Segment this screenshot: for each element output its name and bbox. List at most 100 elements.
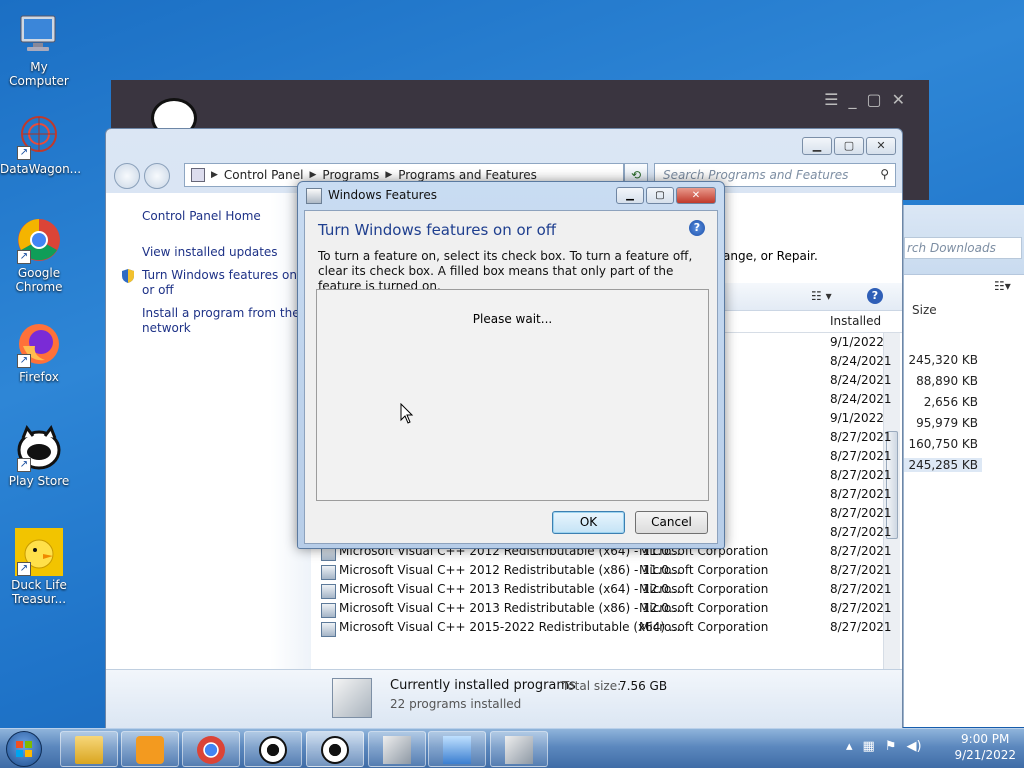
programs-count: 22 programs installed: [390, 697, 522, 711]
downloads-search-input[interactable]: rch Downloads: [904, 237, 1022, 259]
taskbar-programs[interactable]: [368, 731, 426, 767]
shortcut-arrow-icon: ↗: [17, 562, 31, 576]
program-publisher: Microsoft Corporation: [639, 620, 769, 634]
size-column-header[interactable]: Size: [912, 303, 937, 317]
chevron-up-icon[interactable]: ▴: [846, 739, 853, 754]
desktop-icon-duck-life[interactable]: ↗ Duck Life Treasur...: [0, 528, 78, 606]
help-icon[interactable]: ?: [689, 220, 705, 236]
desktop-icon-my-computer[interactable]: My Computer: [0, 10, 78, 88]
program-installed-date: 8/27/2021: [830, 449, 892, 463]
program-name: Microsoft Visual C++ 2012 Redistributabl…: [339, 563, 681, 577]
shortcut-arrow-icon: ↗: [17, 146, 31, 160]
network-icon[interactable]: ▦: [863, 739, 875, 754]
close-button[interactable]: ✕: [866, 137, 896, 155]
program-publisher: Microsoft Corporation: [639, 563, 769, 577]
dialog-window-controls: ▁ ▢ ✕: [616, 187, 716, 204]
clock-date: 9/21/2022: [954, 748, 1016, 762]
instructions-text: ange, or Repair.: [723, 249, 818, 263]
windows-features-dialog: Windows Features ▁ ▢ ✕ Turn Windows feat…: [297, 181, 725, 549]
desktop-icon-play-store[interactable]: ↗ Play Store: [0, 424, 78, 488]
taskbar-app-2[interactable]: [306, 731, 364, 767]
dialog-body: Turn Windows features on or off ? To tur…: [304, 210, 718, 544]
column-header-installed[interactable]: Installed: [830, 314, 881, 328]
taskbar-windows-features[interactable]: [490, 731, 548, 767]
desktop-icon-datawagon[interactable]: ↗ DataWagon...: [0, 112, 81, 176]
table-row[interactable]: Microsoft Visual C++ 2013 Redistributabl…: [321, 601, 892, 620]
link-install-from-network[interactable]: Install a program from the network: [142, 306, 302, 336]
desktop-icon-label: Google Chrome: [15, 266, 63, 294]
start-button[interactable]: [6, 731, 42, 767]
minimize-button[interactable]: ▁: [802, 137, 832, 155]
play-store-icon: [321, 736, 349, 764]
scrollbar-thumb[interactable]: [886, 431, 898, 539]
details-title: Currently installed programs: [390, 678, 576, 693]
program-installed-date: 8/27/2021: [830, 563, 892, 577]
chevron-right-icon: ▶: [211, 170, 218, 180]
view-options-icon[interactable]: ☷ ▾: [811, 289, 832, 303]
features-tree[interactable]: Please wait...: [316, 289, 709, 501]
vertical-scrollbar[interactable]: [883, 333, 900, 707]
help-icon[interactable]: ?: [867, 288, 883, 304]
taskbar-control-panel[interactable]: [428, 731, 486, 767]
breadcrumb-programs-and-features[interactable]: Programs and Features: [398, 168, 537, 182]
dialog-heading: Turn Windows features on or off: [318, 221, 557, 239]
play-store-icon: ↗: [15, 424, 63, 472]
chevron-right-icon: ▶: [385, 170, 393, 180]
taskbar-chrome[interactable]: [182, 731, 240, 767]
taskbar-explorer[interactable]: [60, 731, 118, 767]
program-icon: [321, 565, 336, 580]
desktop-icon-label: My Computer: [9, 60, 69, 88]
breadcrumb-programs[interactable]: Programs: [322, 168, 379, 182]
maximize-button[interactable]: ▢: [834, 137, 864, 155]
size-cell: 160,750 KB: [908, 437, 978, 451]
ok-button[interactable]: OK: [552, 511, 625, 534]
program-installed-date: 8/27/2021: [830, 506, 892, 520]
search-icon: ⚲: [880, 167, 889, 181]
shortcut-arrow-icon: ↗: [17, 354, 31, 368]
total-size-value: 7.56 GB: [619, 679, 668, 693]
link-control-panel-home[interactable]: Control Panel Home: [142, 209, 302, 224]
action-center-icon[interactable]: ⚑: [885, 739, 897, 754]
desktop-icon-firefox[interactable]: ↗ Firefox: [0, 320, 78, 384]
cancel-button[interactable]: Cancel: [635, 511, 708, 534]
taskbar-app-1[interactable]: [244, 731, 302, 767]
clock[interactable]: 9:00 PM 9/21/2022: [954, 731, 1016, 763]
desktop-icon-label: Play Store: [8, 474, 70, 488]
shield-icon: [120, 268, 136, 284]
close-button[interactable]: ✕: [676, 187, 716, 204]
total-size-label: Total size:: [562, 679, 622, 693]
program-name: Microsoft Visual C++ 2013 Redistributabl…: [339, 582, 681, 596]
volume-icon[interactable]: ◀): [906, 739, 921, 754]
programs-icon: [332, 678, 372, 718]
taskbar: ▴ ▦ ⚑ ◀) 9:00 PM 9/21/2022: [0, 728, 1024, 768]
shortcut-arrow-icon: ↗: [17, 458, 31, 472]
size-cell: 88,890 KB: [916, 374, 978, 388]
details-pane: Currently installed programs Total size:…: [106, 669, 902, 729]
forward-button[interactable]: [144, 163, 170, 189]
taskbar-media-player[interactable]: [121, 731, 179, 767]
program-installed-date: 8/27/2021: [830, 487, 892, 501]
table-row[interactable]: Microsoft Visual C++ 2015-2022 Redistrib…: [321, 620, 892, 639]
windows-features-icon: [505, 736, 533, 764]
link-view-installed-updates[interactable]: View installed updates: [142, 245, 302, 260]
back-button[interactable]: [114, 163, 140, 189]
view-options-icon[interactable]: ☷▾: [994, 279, 1011, 293]
program-installed-date: 8/24/2021: [830, 373, 892, 387]
program-installed-date: 8/27/2021: [830, 468, 892, 482]
minimize-button[interactable]: ▁: [616, 187, 644, 204]
folder-icon: [75, 736, 103, 764]
table-row[interactable]: Microsoft Visual C++ 2012 Redistributabl…: [321, 563, 892, 582]
table-row[interactable]: Microsoft Visual C++ 2013 Redistributabl…: [321, 582, 892, 601]
program-publisher: Microsoft Corporation: [639, 601, 769, 615]
media-player-icon: [136, 736, 164, 764]
breadcrumb-control-panel[interactable]: Control Panel: [224, 168, 304, 182]
loading-status: Please wait...: [472, 312, 553, 326]
size-cell: 245,320 KB: [908, 353, 978, 367]
maximize-button[interactable]: ▢: [646, 187, 674, 204]
background-window-controls[interactable]: ☰_▢✕: [824, 90, 915, 109]
link-turn-windows-features[interactable]: Turn Windows features on or off: [142, 268, 302, 298]
program-installed-date: 8/27/2021: [830, 544, 892, 558]
program-icon: [321, 603, 336, 618]
window-controls: ▁ ▢ ✕: [802, 137, 896, 155]
desktop-icon-chrome[interactable]: ↗ Google Chrome: [0, 216, 78, 294]
